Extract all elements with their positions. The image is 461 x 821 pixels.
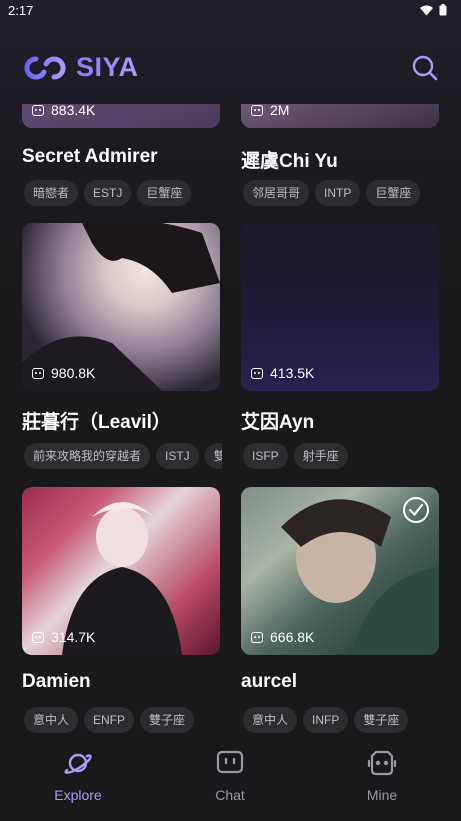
chat-count: 980.8K [32,365,95,381]
character-tags: 邻居哥哥 INTP 巨蟹座 [243,180,439,206]
chat-count-icon [251,631,263,643]
chat-count-icon [32,104,44,116]
character-image[interactable]: 2M [241,104,439,128]
battery-icon [439,4,447,16]
app-header: SIYA [0,48,461,94]
chat-count: 2M [251,104,289,118]
bottom-nav: Explore Chat Mine [0,742,461,821]
tag: 意中人 [243,707,298,733]
character-tags: 意中人 INFP 雙子座 [243,707,439,733]
tag: ISFP [243,443,288,469]
tag: INTP [315,180,361,206]
tag: 雙 [204,443,222,469]
character-name: aurcel [241,671,297,692]
chat-count-icon [32,631,44,643]
wifi-icon [420,5,433,15]
character-image[interactable]: 980.8K [22,223,220,391]
status-icons [420,4,447,16]
nav-chat[interactable]: Chat [170,742,290,803]
app-screen: 2:17 SIYA 883.4K Secret Admirer 暗戀者 ESTJ… [0,0,461,821]
nav-mine[interactable]: Mine [322,742,442,803]
chat-count: 666.8K [251,629,314,645]
tag: ESTJ [84,180,132,206]
character-image[interactable]: 666.8K [241,487,439,655]
tag: 前来攻略我的穿越者 [24,443,151,469]
chat-count: 883.4K [32,104,95,118]
tag: ISTJ [156,443,199,469]
character-tags: ISFP 射手座 [243,443,439,469]
character-name: 艾因Ayn [241,412,315,433]
nav-label: Mine [366,787,398,803]
character-image[interactable]: 413.5K [241,223,439,391]
siya-logo-icon [24,55,66,80]
status-time: 2:17 [8,3,34,18]
character-image[interactable]: 314.7K [22,487,220,655]
tag: 暗戀者 [24,180,79,206]
chat-count-icon [251,104,263,116]
tag: INFP [303,707,349,733]
tag: 巨蟹座 [366,180,421,206]
nav-label: Explore [54,787,102,803]
character-tags: 意中人 ENFP 雙子座 [24,707,220,733]
planet-icon [64,753,92,774]
character-name: 莊暮行（Leavil） [22,412,171,433]
nav-label: Chat [215,787,245,803]
status-bar: 2:17 [0,0,461,22]
chat-count-icon [32,367,44,379]
character-name: Secret Admirer [22,146,158,167]
chat-count: 314.7K [32,629,95,645]
tag: 意中人 [24,707,79,733]
app-name: SIYA [76,52,139,82]
chat-icon [216,750,244,774]
robot-face-icon [367,750,397,776]
chat-count-icon [251,367,263,379]
tag: 巨蟹座 [137,180,192,206]
chat-count: 413.5K [251,365,314,381]
nav-explore[interactable]: Explore [18,742,138,803]
character-name: Damien [22,671,91,692]
character-tags: 暗戀者 ESTJ 巨蟹座 [24,180,220,206]
app-logo[interactable]: SIYA [20,52,139,83]
tag: ENFP [84,707,135,733]
character-feed[interactable]: 883.4K Secret Admirer 暗戀者 ESTJ 巨蟹座 2M 遲虞… [0,104,461,742]
tag: 雙子座 [354,707,409,733]
character-image[interactable]: 883.4K [22,104,220,128]
verified-check-icon [403,497,429,523]
character-tags: 前来攻略我的穿越者 ISTJ 雙 [24,443,222,469]
tag: 邻居哥哥 [243,180,310,206]
search-icon [412,55,438,81]
search-button[interactable] [411,54,439,82]
tag: 雙子座 [140,707,195,733]
tag: 射手座 [293,443,348,469]
character-name: 遲虞Chi Yu [241,151,338,172]
